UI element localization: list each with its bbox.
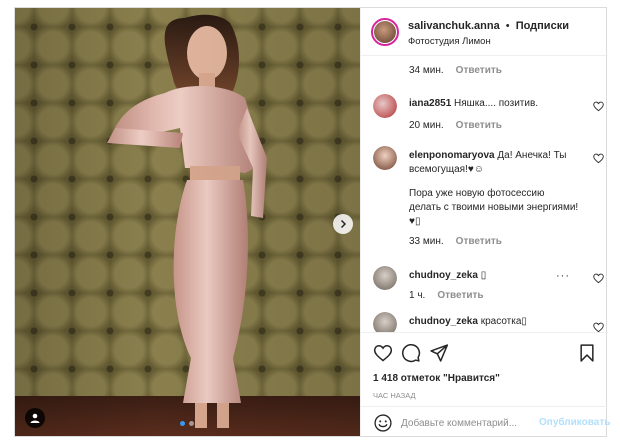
post-actions: 1 418 отметок "Нравится" час назад Опубл… — [361, 332, 610, 437]
publish-button[interactable]: Опубликовать — [539, 417, 610, 428]
reply-button[interactable]: Ответить — [456, 120, 502, 131]
reply-button[interactable]: Ответить — [456, 65, 502, 76]
user-tag-icon — [30, 413, 40, 423]
next-photo-button[interactable] — [333, 214, 353, 234]
post-frame: salivanchuk.anna • Подписки Фотостудия Л… — [14, 7, 610, 437]
user-tag-button[interactable] — [25, 408, 45, 428]
commenter-username[interactable]: elenponomaryova — [409, 150, 495, 161]
commenter-username[interactable]: chudnoy_zeka — [409, 270, 478, 281]
post-time[interactable]: час назад — [373, 391, 416, 400]
comment-time: 20 мин. — [409, 120, 444, 131]
follow-button[interactable]: Подписки — [516, 20, 569, 32]
heart-icon[interactable] — [593, 322, 604, 332]
more-icon[interactable]: ··· — [556, 270, 570, 282]
carousel-dot-active — [180, 421, 185, 426]
bookmark-icon[interactable] — [577, 343, 597, 363]
header-separator: • — [505, 20, 510, 32]
commenter-avatar[interactable] — [373, 94, 397, 118]
post-header: salivanchuk.anna • Подписки Фотостудия Л… — [361, 8, 608, 56]
heart-icon[interactable] — [373, 343, 393, 363]
post-sidebar: salivanchuk.anna • Подписки Фотостудия Л… — [360, 8, 610, 437]
reply-button[interactable]: Ответить — [456, 236, 502, 247]
post-photo[interactable] — [15, 8, 360, 436]
comment-body: iana2851 Няшка.... позитив. — [409, 97, 579, 111]
photo-shade — [15, 8, 360, 436]
chevron-right-icon — [340, 219, 347, 229]
comments-list[interactable]: 34 мин. Ответить iana2851 Няшка.... позит… — [361, 56, 608, 332]
comment-body: chudnoy_zeka красотка▯ — [409, 315, 579, 329]
comment-text: ▯ — [480, 270, 487, 281]
add-comment-bar: Опубликовать — [361, 406, 610, 437]
commenter-avatar[interactable] — [373, 266, 397, 290]
heart-icon[interactable] — [593, 101, 604, 112]
reply-button[interactable]: Ответить — [437, 290, 483, 301]
post-location[interactable]: Фотостудия Лимон — [408, 36, 491, 47]
commenter-username[interactable]: chudnoy_zeka — [409, 316, 478, 327]
comment-time: 33 мин. — [409, 236, 444, 247]
comment-meta: 1 ч. Ответить — [409, 289, 579, 303]
heart-icon[interactable] — [593, 153, 604, 164]
heart-icon[interactable] — [593, 273, 604, 284]
comment-meta: 34 мин. Ответить — [409, 64, 579, 78]
comment-icon[interactable] — [401, 343, 421, 363]
carousel-dots — [180, 421, 194, 426]
comment-text-continued: Пора уже новую фотосессию делать с твоим… — [409, 188, 579, 227]
commenter-avatar[interactable] — [373, 146, 397, 170]
comment-body: elenponomaryova Да! Анечка! Ты всемогуща… — [409, 149, 579, 177]
comment-text: красотка▯ — [480, 316, 527, 327]
comment-text: Няшка.... позитив. — [454, 98, 539, 109]
commenter-username[interactable]: iana2851 — [409, 98, 451, 109]
author-avatar[interactable] — [371, 18, 399, 46]
comment-time: 1 ч. — [409, 290, 426, 301]
comment-meta: 20 мин. Ответить — [409, 119, 579, 133]
comment-time: 34 мин. — [409, 65, 444, 76]
commenter-avatar[interactable] — [373, 312, 397, 332]
carousel-dot — [189, 421, 194, 426]
share-icon[interactable] — [429, 343, 449, 363]
comment-meta: 33 мин. Ответить — [409, 235, 579, 249]
author-username[interactable]: salivanchuk.anna — [408, 20, 500, 32]
comment-body: chudnoy_zeka ▯ — [409, 269, 579, 283]
author-line: salivanchuk.anna • Подписки — [408, 20, 569, 32]
emoji-icon[interactable] — [373, 413, 393, 433]
likes-count[interactable]: 1 418 отметок "Нравится" — [373, 373, 500, 384]
comment-input[interactable] — [401, 415, 531, 431]
